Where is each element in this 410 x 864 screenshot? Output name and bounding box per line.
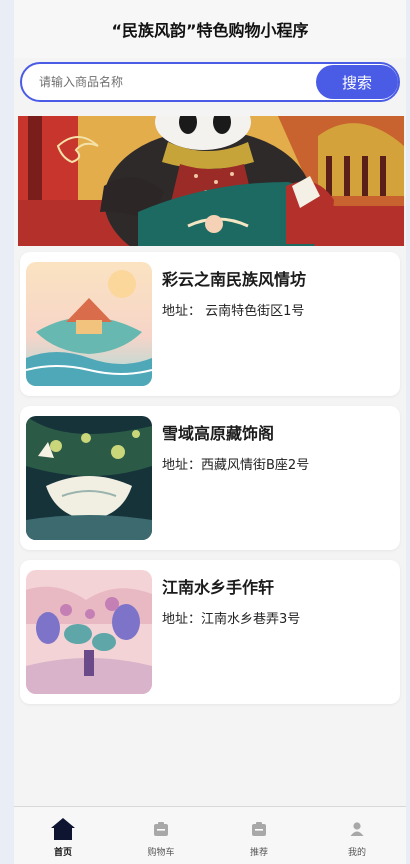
search-bar: 搜索 [20,62,400,102]
banner-image [18,116,404,246]
home-icon [50,815,76,843]
shop-card[interactable]: 彩云之南民族风情坊 地址： 云南特色街区1号 [20,252,400,396]
shop-name: 雪域高原藏饰阁 [162,424,275,443]
cart-icon [153,815,169,843]
tab-home[interactable]: 首页 [14,807,112,864]
search-button[interactable]: 搜索 [316,65,398,99]
shop-address: 地址：西藏风情街B座2号 [162,458,310,473]
tab-cart[interactable]: 购物车 [112,807,210,864]
tab-label: 我的 [347,848,366,858]
shop-thumbnail [26,570,152,694]
app-screen: “民族风韵”特色购物小程序 搜索 [14,0,406,864]
bottom-tab-bar: 首页 购物车 推荐 我的 [14,806,406,864]
banner-carousel[interactable] [18,116,404,246]
page-title: “民族风韵”特色购物小程序 [111,21,309,40]
shop-thumbnail [26,416,152,540]
title-bar: “民族风韵”特色购物小程序 [14,0,406,58]
shop-card[interactable]: 雪域高原藏饰阁 地址：西藏风情街B座2号 [20,406,400,550]
shop-name: 江南水乡手作轩 [162,578,275,597]
shop-address: 地址： 云南特色街区1号 [162,304,305,319]
tab-recommend[interactable]: 推荐 [210,807,308,864]
shop-address: 地址：江南水乡巷弄3号 [162,612,301,627]
profile-icon [349,815,365,843]
tab-label: 购物车 [147,848,175,858]
recommend-icon [251,815,267,843]
shop-name: 彩云之南民族风情坊 [162,270,307,289]
search-input[interactable] [22,64,312,100]
shop-card[interactable]: 江南水乡手作轩 地址：江南水乡巷弄3号 [20,560,400,704]
tab-label: 首页 [53,848,72,858]
shop-thumbnail [26,262,152,386]
tab-label: 推荐 [249,848,268,858]
tab-profile[interactable]: 我的 [308,807,406,864]
